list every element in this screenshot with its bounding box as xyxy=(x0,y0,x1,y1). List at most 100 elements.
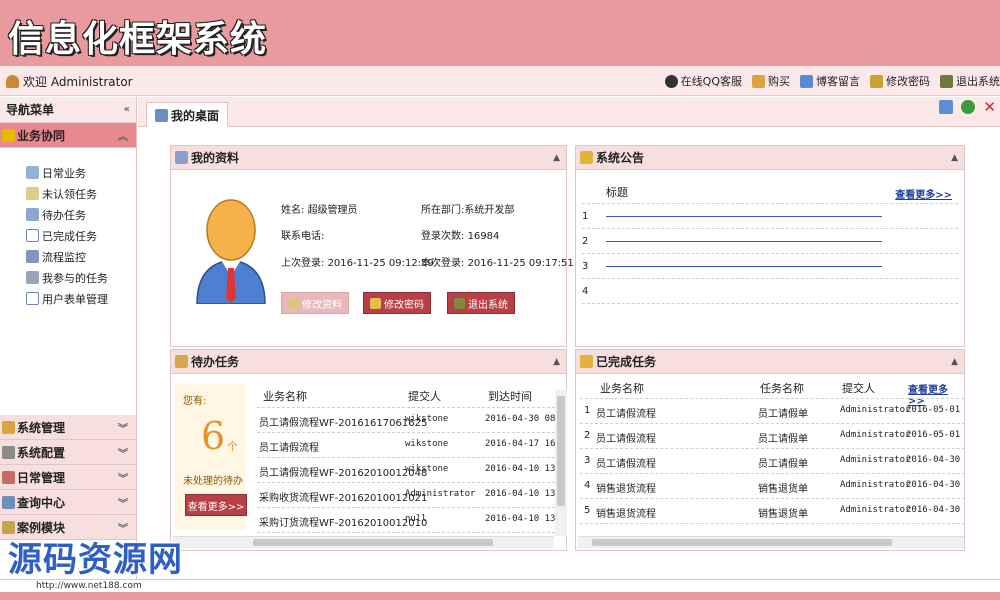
sidebar-item-pending[interactable]: 待办任务 xyxy=(26,204,136,225)
scrollbar-thumb[interactable] xyxy=(557,396,565,506)
top-links: 在线QQ客服 购买 博客留言 修改密码 退出系统 xyxy=(664,73,1000,89)
completed-horizontal-scrollbar[interactable] xyxy=(578,536,964,548)
list-item[interactable]: 4 xyxy=(582,279,958,304)
sidebar-header: 导航菜单 « xyxy=(0,97,136,123)
pending-vertical-scrollbar[interactable] xyxy=(555,390,567,536)
completed-tasks-panel: 已完成任务 ▲ 业务名称 任务名称 提交人 查看更多>> 1 员工请假流程 员工请假… xyxy=(575,349,965,551)
completed-header-task: 任务名称 xyxy=(760,382,804,395)
chevron-down-icon: ︾ xyxy=(118,423,128,435)
table-row[interactable]: 5销售退货流程销售退货单Administrator2016-04-30 08 xyxy=(580,499,964,524)
exit-icon xyxy=(940,74,953,88)
sidebar-category-system-manage[interactable]: 系统管理 ︾ xyxy=(0,415,136,440)
check-folder-icon xyxy=(580,355,593,368)
avatar xyxy=(196,199,266,304)
sidebar-categories: 系统管理 ︾ 系统配置 ︾ 日常管理 ︾ 查询中心 ︾ 案例模块 ︾ xyxy=(0,415,136,540)
change-password-link[interactable]: 修改密码 xyxy=(870,73,930,89)
edit-profile-button[interactable]: 修改资料 xyxy=(281,292,349,314)
collapse-icon[interactable]: ▲ xyxy=(553,153,560,163)
gears-icon xyxy=(26,166,39,179)
profile-name: 姓名: 超级管理员 xyxy=(281,205,358,216)
close-icon[interactable]: ✕ xyxy=(983,100,996,115)
profile-panel: 我的资料 ▲ 姓名: 超级管理员 所在部门:系统开发部 联系电话: 登录次数: … xyxy=(170,145,574,347)
pending-tasks-panel: 待办任务 ▲ 您有: 6 个 未处理的待办 查看更多>> 业务名称 提交人 到达… xyxy=(170,349,567,551)
change-password-button[interactable]: 修改密码 xyxy=(363,292,431,314)
sidebar-item-daily-business[interactable]: 日常业务 xyxy=(26,162,136,183)
pending-panel-header: 待办任务 ▲ xyxy=(171,350,566,374)
table-row[interactable]: 4销售退货流程销售退货单Administrator2016-04-30 08 xyxy=(580,474,964,499)
app-title: 信息化框架系统 xyxy=(8,19,268,60)
sidebar-item-completed[interactable]: 已完成任务 xyxy=(26,225,136,246)
pending-more-button[interactable]: 查看更多>> xyxy=(185,494,247,516)
sidebar-category-query[interactable]: 查询中心 ︾ xyxy=(0,490,136,515)
scrollbar-thumb[interactable] xyxy=(253,539,493,546)
watermark-url: http://www.net188.com xyxy=(36,581,142,591)
announcement-title-link[interactable] xyxy=(606,266,882,267)
cart-icon xyxy=(752,74,765,88)
pending-horizontal-scrollbar[interactable] xyxy=(173,536,554,548)
watermark: 源码资源网 http://www.net188.com xyxy=(8,532,208,592)
table-row[interactable]: 员工请假流程 wikstone 2016-04-17 16: xyxy=(257,433,555,458)
sidebar-category-daily-manage[interactable]: 日常管理 ︾ xyxy=(0,465,136,490)
completed-table-body: 1员工请假流程员工请假单Administrator2016-05-01 11 2… xyxy=(580,399,964,525)
key-icon xyxy=(870,74,883,88)
task-icon xyxy=(175,355,188,368)
user-icon xyxy=(6,75,19,88)
profile-dept: 所在部门:系统开发部 xyxy=(421,205,515,216)
refresh-icon[interactable] xyxy=(939,100,954,114)
sidebar-category-business[interactable]: 业务协同 ︽ xyxy=(0,123,136,148)
table-row[interactable]: 采购收货流程WF-20162010012021 Administrator 2016… xyxy=(257,483,555,508)
sidebar-category-system-config[interactable]: 系统配置 ︾ xyxy=(0,440,136,465)
table-row[interactable]: 2员工请假流程员工请假单Administrator2016-05-01 11 xyxy=(580,424,964,449)
profile-last-login: 上次登录: 2016-11-25 09:12:59 xyxy=(281,258,434,269)
pending-you-have: 您有: xyxy=(183,396,207,407)
collapse-icon[interactable]: ▲ xyxy=(951,357,958,367)
list-item[interactable]: 2 xyxy=(582,229,958,254)
pending-count: 6 xyxy=(201,414,226,458)
sidebar-item-form-manage[interactable]: 用户表单管理 xyxy=(26,288,136,309)
sidebar-title: 导航菜单 xyxy=(6,103,55,117)
chevron-down-icon: ︾ xyxy=(118,498,128,510)
tab-tools: ✕ xyxy=(939,100,996,115)
sidebar-item-participated[interactable]: 我参与的任务 xyxy=(26,267,136,288)
welcome-text: 欢迎 Administrator xyxy=(23,75,133,89)
logout-button[interactable]: 退出系统 xyxy=(447,292,515,314)
profile-logins: 登录次数: 16984 xyxy=(421,231,500,242)
table-row[interactable]: 1员工请假流程员工请假单Administrator2016-05-01 11 xyxy=(580,399,964,424)
logout-link[interactable]: 退出系统 xyxy=(940,73,1000,89)
table-row[interactable]: 采购订货流程WF-20162010012010 null 2016-04-10 13… xyxy=(257,508,555,533)
collapse-sidebar-icon[interactable]: « xyxy=(124,104,130,115)
recycle-icon[interactable] xyxy=(961,100,976,114)
sidebar-item-unclaimed[interactable]: 未认领任务 xyxy=(26,183,136,204)
buy-link[interactable]: 购买 xyxy=(752,73,790,89)
tab-my-desktop[interactable]: 我的桌面 xyxy=(146,102,229,127)
calendar-icon xyxy=(2,470,15,484)
table-row[interactable]: 员工请假流程WF-20161617061625 wikstone 2016-04-3… xyxy=(257,408,555,433)
collapse-icon[interactable]: ▲ xyxy=(553,357,560,367)
collapse-icon[interactable]: ▲ xyxy=(951,153,958,163)
profile-this-login: 本次登录: 2016-11-25 09:17:51 xyxy=(421,258,574,269)
id-card-icon xyxy=(175,151,188,164)
header-banner: 信息化框架系统 xyxy=(0,0,1000,66)
desktop-icon xyxy=(155,108,168,122)
table-row[interactable]: 3员工请假流程员工请假单Administrator2016-04-30 08 xyxy=(580,449,964,474)
table-row[interactable]: 员工请假流程WF-20162010012048 wikstone 2016-04-1… xyxy=(257,458,555,483)
announcement-title-link[interactable] xyxy=(606,216,882,217)
list-item[interactable]: 1 xyxy=(582,204,958,229)
list-item[interactable]: 3 xyxy=(582,254,958,279)
pending-summary: 您有: 6 个 未处理的待办 查看更多>> xyxy=(175,384,247,530)
form-icon xyxy=(26,292,39,305)
chevron-down-icon: ︾ xyxy=(118,448,128,460)
completed-header-business: 业务名称 xyxy=(600,382,644,395)
scrollbar-thumb[interactable] xyxy=(592,539,892,546)
wrench-icon xyxy=(2,420,15,434)
welcome-area: 欢迎 Administrator xyxy=(6,73,133,90)
document-icon xyxy=(26,187,39,200)
sidebar-item-monitor[interactable]: 流程监控 xyxy=(26,246,136,267)
blog-link[interactable]: 博客留言 xyxy=(800,73,860,89)
pending-table-body: 员工请假流程WF-20161617061625 wikstone 2016-04-3… xyxy=(257,408,555,536)
announcement-more-link[interactable]: 查看更多>> xyxy=(895,186,952,201)
announcement-title-link[interactable] xyxy=(606,241,882,242)
pending-desc: 未处理的待办 xyxy=(183,476,243,487)
qq-service-link[interactable]: 在线QQ客服 xyxy=(664,73,742,89)
pending-unit: 个 xyxy=(227,440,238,453)
